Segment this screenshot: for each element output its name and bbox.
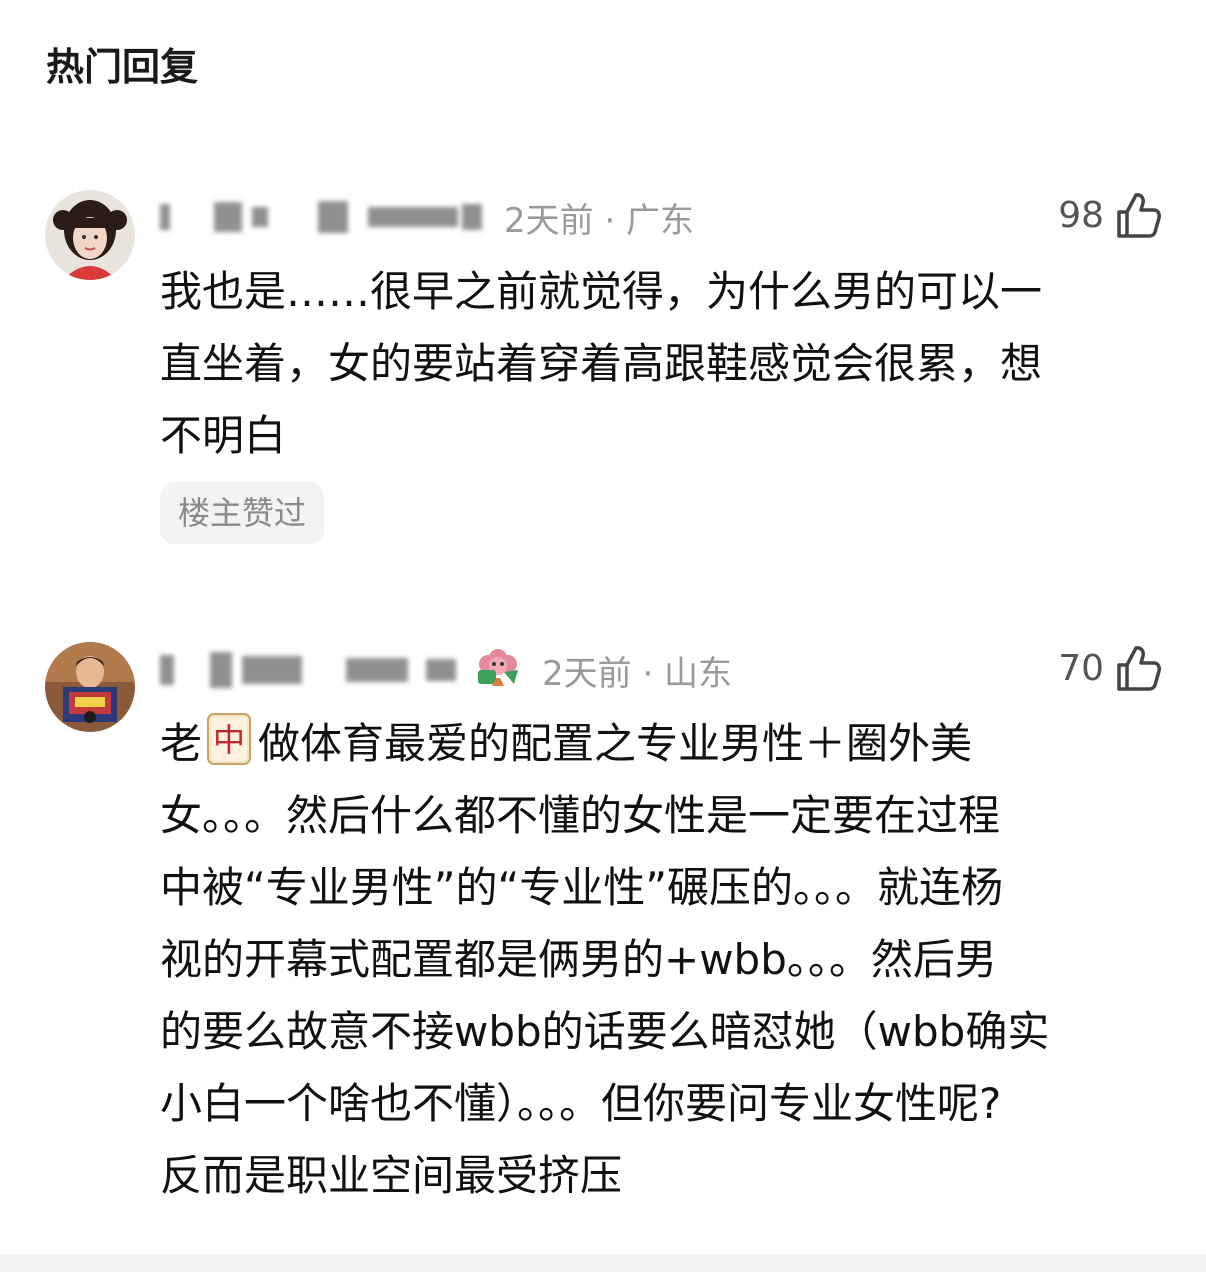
flower-sticker-icon xyxy=(470,640,526,700)
username-redacted[interactable] xyxy=(160,645,456,695)
comment-meta-text: 2天前 · 山东 xyxy=(542,653,733,694)
comment-text-line: 不明白 xyxy=(160,411,287,460)
section-title: 热门回复 xyxy=(46,45,199,89)
comment-text-line: 老 xyxy=(160,719,203,768)
comment-text-line: 视的开幕式配置都是俩男的+wbb。。。然后男 xyxy=(160,935,997,984)
comment-text-line: 直坐着，女的要站着穿着高跟鞋感觉会很累，想 xyxy=(160,339,1043,388)
like-button[interactable]: 70 xyxy=(1058,643,1162,693)
avatar[interactable] xyxy=(45,190,135,280)
comment-text-line: 反而是职业空间最受挤压 xyxy=(160,1151,623,1200)
thumbs-up-icon[interactable] xyxy=(1114,190,1162,240)
like-button[interactable]: 98 xyxy=(1058,190,1162,240)
avatar[interactable] xyxy=(45,642,135,732)
comment-text-line: 中被“专业男性”的“专业性”碾压的。。。就连杨 xyxy=(160,863,1004,912)
comment-text-line: 我也是……很早之前就觉得，为什么男的可以一 xyxy=(160,267,1043,316)
comment-body: 老 中 做体育最爱的配置之专业男性＋圈外美 女。。。然后什么都不懂的女性是一定要… xyxy=(160,708,1170,1212)
comment-body: 我也是……很早之前就觉得，为什么男的可以一 直坐着，女的要站着穿着高跟鞋感觉会很… xyxy=(160,256,1170,472)
bottom-divider xyxy=(0,1254,1206,1272)
thumbs-up-icon[interactable] xyxy=(1114,643,1162,693)
comment-text-line: 的要么故意不接wbb的话要么暗怼她（wbb确实 xyxy=(160,1007,1050,1056)
like-count: 98 xyxy=(1058,194,1104,236)
comment-text-line: 做体育最爱的配置之专业男性＋圈外美 xyxy=(258,719,973,768)
comment-text-line: 女。。。然后什么都不懂的女性是一定要在过程 xyxy=(160,791,1001,840)
svg-text:中: 中 xyxy=(213,721,245,759)
comment-meta: 2天前 · 广东 xyxy=(160,187,694,247)
comment-meta-text: 2天前 · 广东 xyxy=(504,200,695,241)
comment-meta: 2天前 · 山东 xyxy=(160,640,732,700)
like-count: 70 xyxy=(1058,647,1104,689)
op-liked-badge: 楼主赞过 xyxy=(160,482,325,544)
comment-text-line: 小白一个啥也不懂）。。。但你要问专业女性呢? xyxy=(160,1079,1002,1128)
mahjong-red-dragon-icon: 中 xyxy=(206,712,252,766)
username-redacted[interactable] xyxy=(160,192,482,242)
